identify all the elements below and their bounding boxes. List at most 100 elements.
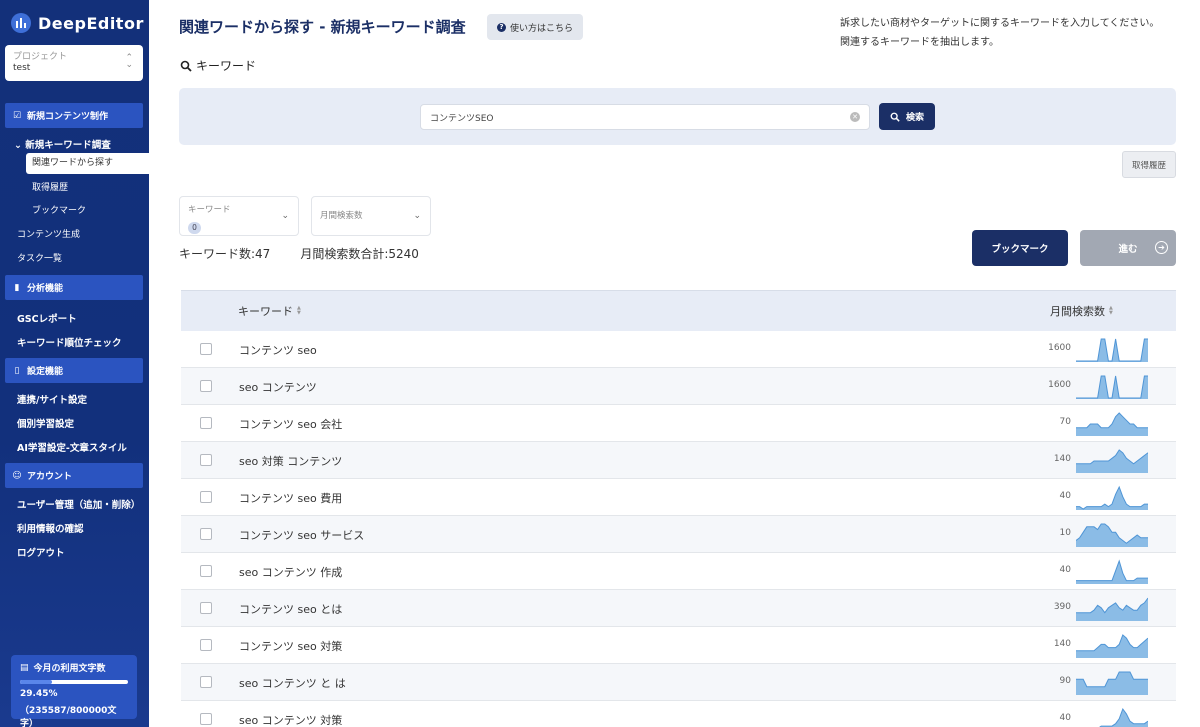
row-checkbox[interactable] <box>200 528 212 540</box>
row-checkbox[interactable] <box>200 676 212 688</box>
row-checkbox[interactable] <box>200 454 212 466</box>
volume-total: 月間検索数合計:5240 <box>300 247 419 261</box>
row-keyword: コンテンツ seo とは <box>239 603 343 616</box>
row-checkbox[interactable] <box>200 491 212 503</box>
search-icon <box>890 112 900 122</box>
trend-sparkline <box>1076 338 1148 362</box>
sidebar-section-analysis[interactable]: ▮ 分析機能 <box>5 275 143 300</box>
row-checkbox[interactable] <box>200 565 212 577</box>
stats-summary: キーワード数:47 月間検索数合計:5240 <box>179 245 419 262</box>
sidebar-section-content[interactable]: ☑ 新規コンテンツ制作 <box>5 103 143 128</box>
howto-button[interactable]: ? 使い方はこちら <box>487 14 583 40</box>
table-row[interactable]: seo 対策 コンテンツ 140 <box>181 442 1176 479</box>
table-row[interactable]: seo コンテンツ 1600 <box>181 368 1176 405</box>
trend-sparkline <box>1076 412 1148 436</box>
row-checkbox[interactable] <box>200 602 212 614</box>
row-volume: 90 <box>1059 676 1071 686</box>
sidebar-item-logout[interactable]: ログアウト <box>17 545 65 559</box>
settings-file-icon: ▯ <box>14 365 20 376</box>
table-row[interactable]: コンテンツ seo サービス 10 <box>181 516 1176 553</box>
sidebar-item-history[interactable]: 取得履歴 <box>32 180 68 193</box>
bar-chart-icon: ▮ <box>14 282 20 293</box>
table-row[interactable]: seo コンテンツ 作成 40 <box>181 553 1176 590</box>
row-checkbox[interactable] <box>200 639 212 651</box>
table-row[interactable]: seo コンテンツ 対策 40 <box>181 701 1176 727</box>
chevron-down-icon: ⌄ <box>413 211 421 221</box>
table-row[interactable]: コンテンツ seo 対策 140 <box>181 627 1176 664</box>
sidebar-item-site-settings[interactable]: 連携/サイト設定 <box>17 392 87 406</box>
logo[interactable]: DeepEditor <box>10 12 144 34</box>
table-row[interactable]: コンテンツ seo とは 390 <box>181 590 1176 627</box>
sidebar-item-user-mgmt[interactable]: ユーザー管理（追加・削除） <box>17 497 140 511</box>
bookmark-button[interactable]: ブックマーク <box>972 230 1068 266</box>
trend-sparkline <box>1076 597 1148 621</box>
howto-label: 使い方はこちら <box>509 23 573 34</box>
search-panel: ✕ 検索 <box>179 88 1176 145</box>
table-row[interactable]: コンテンツ seo 費用 40 <box>181 479 1176 516</box>
volume-filter[interactable]: 月間検索数 ⌄ <box>311 196 431 236</box>
row-checkbox[interactable] <box>200 417 212 429</box>
sidebar-item-related[interactable]: 関連ワードから探す <box>26 153 150 174</box>
sidebar-section-content-label: 新規コンテンツ制作 <box>27 112 109 122</box>
chevron-down-icon: ⌄ <box>281 211 289 221</box>
row-volume: 390 <box>1053 602 1071 612</box>
row-checkbox[interactable] <box>200 343 212 355</box>
history-button[interactable]: 取得履歴 <box>1122 151 1176 178</box>
sidebar-item-new-kw-research[interactable]: ⌄ 新規キーワード調査 <box>14 137 111 151</box>
row-volume: 140 <box>1053 639 1071 649</box>
row-volume: 40 <box>1059 713 1071 723</box>
column-header-keyword[interactable]: キーワード ▲ ▼ <box>238 303 301 319</box>
clear-icon[interactable]: ✕ <box>850 112 860 122</box>
next-button-label: 進む <box>1118 244 1138 255</box>
keyword-filter[interactable]: キーワード 0 ⌄ <box>179 196 299 236</box>
project-value: test <box>13 63 31 73</box>
table-row[interactable]: seo コンテンツ と は 90 <box>181 664 1176 701</box>
sidebar-section-account[interactable]: ☺ アカウント <box>5 463 143 488</box>
row-keyword: コンテンツ seo 会社 <box>239 418 343 431</box>
sidebar-item-gsc-report[interactable]: GSCレポート <box>17 311 77 325</box>
sidebar-item-bookmark[interactable]: ブックマーク <box>32 203 86 216</box>
keyword-filter-count: 0 <box>188 222 201 234</box>
sparkline-area <box>1099 709 1148 727</box>
row-keyword: コンテンツ seo サービス <box>239 529 365 542</box>
sparkline-area <box>1076 672 1148 695</box>
row-checkbox[interactable] <box>200 380 212 392</box>
sidebar-item-learning-settings[interactable]: 個別学習設定 <box>17 416 74 430</box>
trend-sparkline <box>1076 671 1148 695</box>
sidebar-item-new-kw-research-label: 新規キーワード調査 <box>25 140 111 151</box>
sidebar-section-settings[interactable]: ▯ 設定機能 <box>5 358 143 383</box>
row-keyword: seo コンテンツ <box>239 381 317 394</box>
sidebar-item-content-gen[interactable]: コンテンツ生成 <box>17 227 80 240</box>
row-volume: 1600 <box>1048 380 1071 390</box>
trend-sparkline <box>1076 485 1148 510</box>
next-button[interactable]: 進む ➔ <box>1080 230 1176 266</box>
sidebar-item-usage-check[interactable]: 利用情報の確認 <box>17 521 84 535</box>
sparkline-area <box>1076 635 1148 658</box>
description-line-1: 訴求したい商材やターゲットに関するキーワードを入力してください。 <box>840 18 1160 29</box>
sidebar-item-rank-check[interactable]: キーワード順位チェック <box>17 335 122 349</box>
trend-sparkline <box>1076 523 1148 547</box>
search-button[interactable]: 検索 <box>879 103 935 130</box>
keyword-label-text: キーワード <box>196 59 257 73</box>
sidebar-section-account-label: アカウント <box>27 472 73 482</box>
row-volume: 1600 <box>1048 343 1071 353</box>
user-settings-icon: ☺ <box>12 470 22 481</box>
chevron-updown-icon: ⌃ ⌄ <box>125 53 133 70</box>
arrow-right-icon: ➔ <box>1155 241 1168 254</box>
search-input[interactable] <box>420 104 870 130</box>
table-row[interactable]: コンテンツ seo 会社 70 <box>181 405 1176 442</box>
row-checkbox[interactable] <box>200 713 212 725</box>
trend-sparkline <box>1099 707 1148 727</box>
sort-icon: ▲ ▼ <box>297 305 301 316</box>
keyword-filter-label: キーワード <box>188 205 231 215</box>
project-select[interactable]: プロジェクト test ⌃ ⌄ <box>5 45 143 81</box>
table-row[interactable]: コンテンツ seo 1600 <box>181 331 1176 368</box>
column-header-volume[interactable]: 月間検索数 ▲ ▼ <box>1050 303 1113 319</box>
trend-sparkline <box>1076 559 1148 584</box>
keyword-section-label: キーワード <box>180 57 256 74</box>
sidebar-item-ai-style[interactable]: AI学習設定-文章スタイル <box>17 440 127 454</box>
sidebar-item-task-list[interactable]: タスク一覧 <box>17 251 62 264</box>
sort-icon: ▲ ▼ <box>1109 305 1113 316</box>
usage-card: ▤ 今月の利用文字数 29.45% （235587/800000文字） <box>11 655 137 727</box>
column-header-keyword-label: キーワード <box>238 305 293 318</box>
